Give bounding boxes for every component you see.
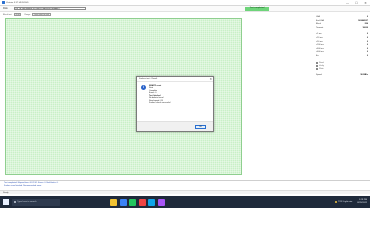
dialog-message: SMART: reset Start Complete Errors: 0 Te… (149, 85, 170, 105)
range-label: Range (24, 13, 31, 16)
clock[interactable]: 1:29 PM 8/25/2022 (357, 199, 367, 205)
range-select[interactable]: from start to end (32, 12, 51, 17)
dialog-body: i SMART: reset Start Complete Errors: 0 … (137, 82, 213, 105)
ok-button[interactable]: OK (195, 125, 206, 129)
speed-row: Speed 58 MB/s (316, 73, 368, 76)
taskbar-app-icon[interactable] (138, 198, 146, 206)
taskbar-app-icon[interactable] (110, 198, 117, 206)
status-text: Ready (3, 191, 9, 194)
side-panel: LBA 0 End LBA 160086527 Block 256 Timeout 10… (316, 16, 368, 176)
search-placeholder: Type here to search (17, 201, 37, 203)
sun-icon (334, 200, 337, 204)
taskbar-apps (110, 198, 167, 206)
dialog-line: Surface check successful (149, 102, 171, 105)
log-panel: Test completed. Elapsed time: 00:22:41. … (0, 180, 370, 189)
windows-taskbar: Type here to search 73°F Light rain 1:29… (0, 196, 370, 208)
dialog-footer: OK (137, 121, 213, 131)
clock-date: 8/25/2022 (357, 202, 367, 204)
windows-start-icon[interactable] (3, 199, 9, 205)
taskbar-app-icon[interactable] (157, 198, 165, 206)
taskbar-app-icon[interactable] (148, 198, 155, 206)
app-icon (1, 0, 5, 5)
search-icon (14, 201, 16, 203)
window-title: Victoria 5.37 HDD/SSD (6, 1, 29, 4)
info-icon: i (141, 84, 146, 90)
test-status-badge: Test completed (245, 7, 269, 11)
scan-options-bar: Block test Grid Range from start to end (0, 12, 320, 17)
device-select[interactable]: [0] 76 GB Maxtor 6Y080P0 (A0/HDD/SMART) (13, 6, 86, 11)
mode-select[interactable]: Grid (13, 12, 22, 17)
disk-label: Disk (3, 7, 8, 10)
mode-label: Block test (3, 13, 12, 16)
system-tray: 73°F Light rain 1:29 PM 8/25/2022 (334, 196, 367, 208)
dialog-close-icon[interactable]: ✕ (209, 77, 212, 81)
status-bar: Ready (0, 190, 370, 194)
log-line: Surface scan finished. Recommended: none… (4, 184, 42, 187)
taskbar-app-icon[interactable] (119, 198, 127, 206)
taskbar-app-icon[interactable] (129, 198, 136, 206)
result-dialog: Surface test - Result ✕ i SMART: reset S… (136, 76, 214, 132)
weather-widget[interactable]: 73°F Light rain (334, 200, 352, 204)
taskbar-search-input[interactable]: Type here to search (12, 198, 60, 206)
